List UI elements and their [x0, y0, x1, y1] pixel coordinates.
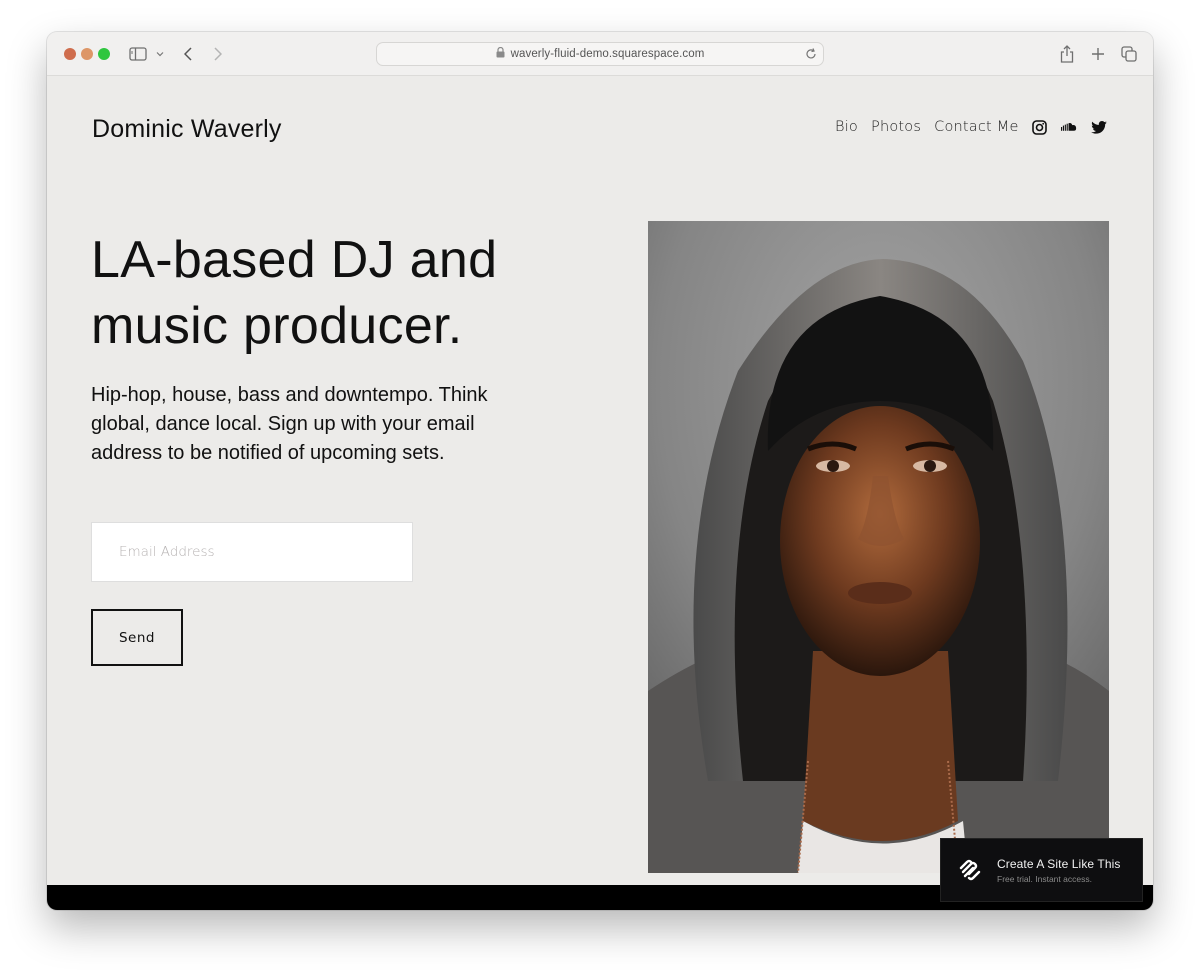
twitter-icon[interactable] [1091, 119, 1107, 135]
zoom-window-button[interactable] [98, 48, 110, 60]
lock-icon [496, 46, 505, 61]
forward-arrow-icon[interactable] [211, 44, 225, 64]
promo-subtitle: Free trial. Instant access. [997, 873, 1092, 884]
chevron-down-icon[interactable] [155, 44, 165, 64]
url-text: waverly-fluid-demo.squarespace.com [510, 48, 705, 60]
hero-headline: LA-based DJ and music producer. [91, 231, 498, 355]
web-page: Dominic Waverly Bio Photos Contact Me LA… [47, 77, 1153, 885]
share-icon[interactable] [1059, 44, 1075, 64]
hero-intro: Hip-hop, house, bass and downtempo. Thin… [91, 384, 488, 464]
social-links [1031, 119, 1107, 135]
address-bar[interactable]: waverly-fluid-demo.squarespace.com [376, 42, 824, 66]
nav-link-bio[interactable]: Bio [835, 119, 858, 135]
minimize-window-button[interactable] [81, 48, 93, 60]
promo-title: Create A Site Like This [997, 856, 1121, 871]
sidebar-toggle-icon[interactable] [129, 44, 147, 64]
create-site-promo[interactable]: Create A Site Like This Free trial. Inst… [940, 838, 1143, 902]
site-title[interactable]: Dominic Waverly [92, 115, 282, 144]
email-input[interactable] [91, 522, 413, 582]
browser-toolbar: waverly-fluid-demo.squarespace.com [47, 32, 1153, 76]
main-nav: Bio Photos Contact Me [835, 119, 1019, 135]
reload-icon[interactable] [804, 47, 818, 64]
tabs-overview-icon[interactable] [1121, 44, 1137, 64]
instagram-icon[interactable] [1031, 119, 1047, 135]
soundcloud-icon[interactable] [1061, 119, 1077, 135]
portrait-illustration [648, 221, 1109, 873]
squarespace-logo-icon [957, 857, 983, 883]
back-arrow-icon[interactable] [181, 44, 195, 64]
nav-link-photos[interactable]: Photos [871, 119, 921, 135]
portrait-image [648, 221, 1109, 873]
promo-text: Create A Site Like This Free trial. Inst… [997, 857, 1120, 884]
send-button[interactable]: Send [91, 609, 183, 666]
plus-icon[interactable] [1090, 44, 1106, 64]
browser-window: waverly-fluid-demo.squarespace.com Domin… [47, 32, 1153, 910]
close-window-button[interactable] [64, 48, 76, 60]
nav-link-contact-me[interactable]: Contact Me [934, 119, 1018, 135]
